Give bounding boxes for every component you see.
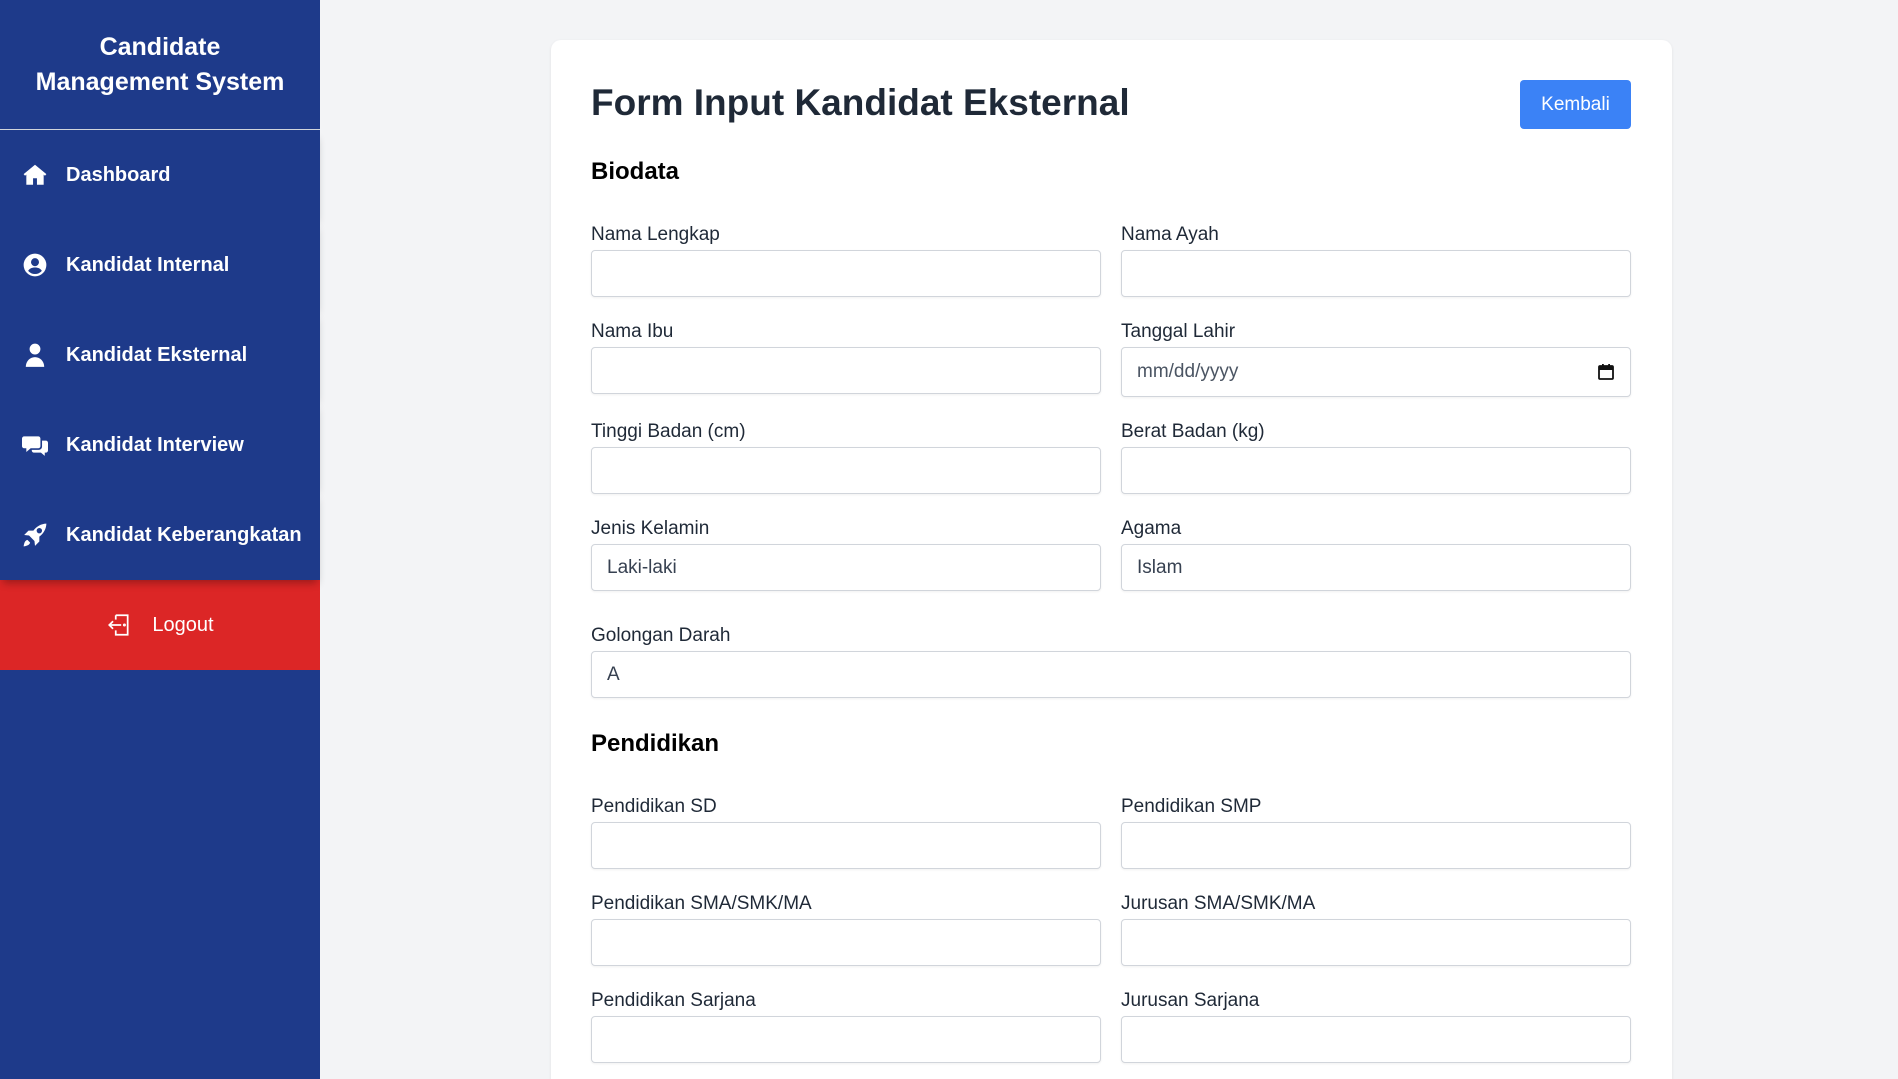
input-tinggi-badan[interactable] [591,447,1101,494]
input-berat-badan[interactable] [1121,447,1631,494]
app-brand: Candidate Management System [0,0,320,130]
brand-line-1: Candidate [99,32,221,61]
sidebar-item-kandidat-eksternal[interactable]: Kandidat Eksternal [0,310,320,400]
select-jenis-kelamin[interactable]: Laki-laki [591,544,1101,591]
home-icon [22,162,48,188]
sidebar: Candidate Management System Dashboard Ka… [0,0,320,1079]
sidebar-item-kandidat-interview[interactable]: Kandidat Interview [0,400,320,490]
label-jurusan-sarjana: Jurusan Sarjana [1121,990,1260,1011]
sidebar-item-label: Kandidat Eksternal [66,343,248,366]
label-nama-ayah: Nama Ayah [1121,224,1219,245]
chat-icon [22,432,48,458]
sidebar-item-dashboard[interactable]: Dashboard [0,130,320,220]
page-title: Form Input Kandidat Eksternal [591,82,1130,123]
input-pendidikan-sd[interactable] [591,822,1101,869]
input-jurusan-sma[interactable] [1121,919,1631,966]
user-icon [22,342,48,368]
label-jenis-kelamin: Jenis Kelamin [591,518,710,539]
input-nama-ibu[interactable] [591,347,1101,394]
input-jurusan-sarjana[interactable] [1121,1016,1631,1063]
label-tanggal-lahir: Tanggal Lahir [1121,321,1236,342]
sidebar-item-kandidat-keberangkatan[interactable]: Kandidat Keberangkatan [0,490,320,580]
select-agama[interactable]: Islam [1121,544,1631,591]
input-pendidikan-sarjana[interactable] [591,1016,1101,1063]
logout-button[interactable]: Logout [0,580,320,670]
back-button[interactable]: Kembali [1520,80,1631,129]
section-title-pendidikan: Pendidikan [591,730,720,757]
label-pendidikan-sma: Pendidikan SMA/SMK/MA [591,893,812,914]
sidebar-item-label: Kandidat Interview [66,433,244,456]
brand-line-2: Management System [35,67,285,96]
input-pendidikan-sma[interactable] [591,919,1101,966]
label-berat-badan: Berat Badan (kg) [1121,421,1265,442]
label-pendidikan-sd: Pendidikan SD [591,796,717,817]
sidebar-item-label: Kandidat Internal [66,253,230,276]
form-card: Form Input Kandidat Eksternal Kembali Bi… [551,40,1672,1079]
calendar-icon[interactable] [1597,363,1615,381]
logout-icon [106,612,132,638]
input-pendidikan-smp[interactable] [1121,822,1631,869]
label-nama-ibu: Nama Ibu [591,321,674,342]
label-tinggi-badan: Tinggi Badan (cm) [591,421,746,442]
label-pendidikan-sarjana: Pendidikan Sarjana [591,990,756,1011]
sidebar-item-label: Kandidat Keberangkatan [66,523,302,546]
select-golongan-darah[interactable]: A [591,651,1631,698]
input-tanggal-lahir[interactable]: mm/dd/yyyy [1121,347,1631,397]
label-agama: Agama [1121,518,1182,539]
input-nama-lengkap[interactable] [591,250,1101,297]
logout-label: Logout [152,613,214,636]
rocket-icon [22,522,48,548]
label-pendidikan-smp: Pendidikan SMP [1121,796,1262,817]
input-nama-ayah[interactable] [1121,250,1631,297]
label-nama-lengkap: Nama Lengkap [591,224,720,245]
user-circle-icon [22,252,48,278]
label-golongan-darah: Golongan Darah [591,625,731,646]
sidebar-item-label: Dashboard [66,163,171,186]
label-jurusan-sma: Jurusan SMA/SMK/MA [1121,893,1316,914]
date-placeholder: mm/dd/yyyy [1137,361,1239,382]
sidebar-item-kandidat-internal[interactable]: Kandidat Internal [0,220,320,310]
section-title-biodata: Biodata [591,158,680,185]
